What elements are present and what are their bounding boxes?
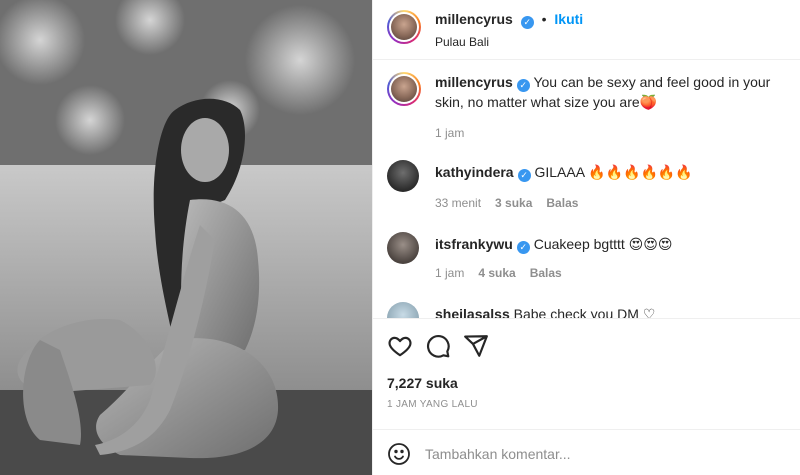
comment-likes[interactable]: 3 suka xyxy=(495,196,532,210)
comment-meta: 33 menit 3 suka Balas xyxy=(435,196,578,210)
comment-text: kathyindera ✓ GILAAA 🔥🔥🔥🔥🔥🔥 xyxy=(435,162,780,183)
heart-icon[interactable] xyxy=(387,333,415,361)
post-panel: millencyrus ✓ • Ikuti Pulau Bali millenc… xyxy=(372,0,800,475)
comment-meta: 1 jam 4 suka Balas xyxy=(435,266,562,280)
comment-body: Babe check you DM xyxy=(513,306,639,318)
author-username[interactable]: millencyrus xyxy=(435,11,513,27)
comment-time[interactable]: 33 menit xyxy=(435,196,481,210)
comment-item: sheilasalss Babe check you DM ♡ xyxy=(387,302,787,318)
comment-body: Cuakeep bgtttt xyxy=(533,236,625,252)
post-actions: 7,227 suka 1 JAM YANG LALU xyxy=(373,318,800,475)
reply-button[interactable]: Balas xyxy=(530,266,562,280)
separator-dot: • xyxy=(541,11,547,27)
comment-input[interactable] xyxy=(425,443,755,465)
comment-icon[interactable] xyxy=(425,333,453,361)
verified-badge-icon: ✓ xyxy=(520,16,534,29)
post-header: millencyrus ✓ • Ikuti Pulau Bali xyxy=(373,0,800,60)
comment-item: kathyindera ✓ GILAAA 🔥🔥🔥🔥🔥🔥 33 menit 3 suk… xyxy=(387,160,787,220)
comment-emoji: 😍😍😍 xyxy=(628,237,673,253)
smiley-icon[interactable] xyxy=(387,442,411,469)
commenter-username[interactable]: sheilasalss xyxy=(435,306,510,318)
caption-author[interactable]: millencyrus xyxy=(435,74,513,90)
photo-illustration xyxy=(0,0,372,475)
commenter-avatar[interactable] xyxy=(387,232,419,264)
caption-row: millencyrus ✓ You can be sexy and feel go… xyxy=(387,72,787,152)
comment-emoji: ♡ xyxy=(642,307,656,318)
commenter-avatar[interactable] xyxy=(387,160,419,192)
follow-button[interactable]: Ikuti xyxy=(554,11,583,27)
post-photo[interactable] xyxy=(0,0,372,475)
share-icon[interactable] xyxy=(463,333,491,361)
comment-item: itsfrankywu ✓ Cuakeep bgtttt 😍😍😍 1 jam 4 s… xyxy=(387,232,787,292)
verified-badge-icon: ✓ xyxy=(516,79,530,92)
comment-text: sheilasalss Babe check you DM ♡ xyxy=(435,304,780,318)
comment-body: GILAAA xyxy=(534,164,585,180)
reply-button[interactable]: Balas xyxy=(546,196,578,210)
caption-emoji: 🍑 xyxy=(639,95,658,111)
commenter-avatar[interactable] xyxy=(387,302,419,318)
commenter-username[interactable]: kathyindera xyxy=(435,164,514,180)
comment-composer xyxy=(373,429,800,475)
comment-text: itsfrankywu ✓ Cuakeep bgtttt 😍😍😍 xyxy=(435,234,780,255)
verified-badge-icon: ✓ xyxy=(517,169,531,182)
caption-text: millencyrus ✓ You can be sexy and feel go… xyxy=(435,72,780,113)
caption-time[interactable]: 1 jam xyxy=(435,126,464,140)
caption-author-avatar[interactable] xyxy=(387,72,421,106)
like-count[interactable]: 7,227 suka xyxy=(387,375,458,391)
post-timestamp[interactable]: 1 JAM YANG LALU xyxy=(387,399,478,410)
comment-emoji: 🔥🔥🔥🔥🔥🔥 xyxy=(588,165,693,181)
post-location[interactable]: Pulau Bali xyxy=(435,35,489,49)
verified-badge-icon: ✓ xyxy=(516,241,530,254)
comments-list[interactable]: millencyrus ✓ You can be sexy and feel go… xyxy=(373,60,800,318)
comment-likes[interactable]: 4 suka xyxy=(478,266,515,280)
commenter-username[interactable]: itsfrankywu xyxy=(435,236,513,252)
author-avatar[interactable] xyxy=(387,10,421,44)
comment-time[interactable]: 1 jam xyxy=(435,266,464,280)
